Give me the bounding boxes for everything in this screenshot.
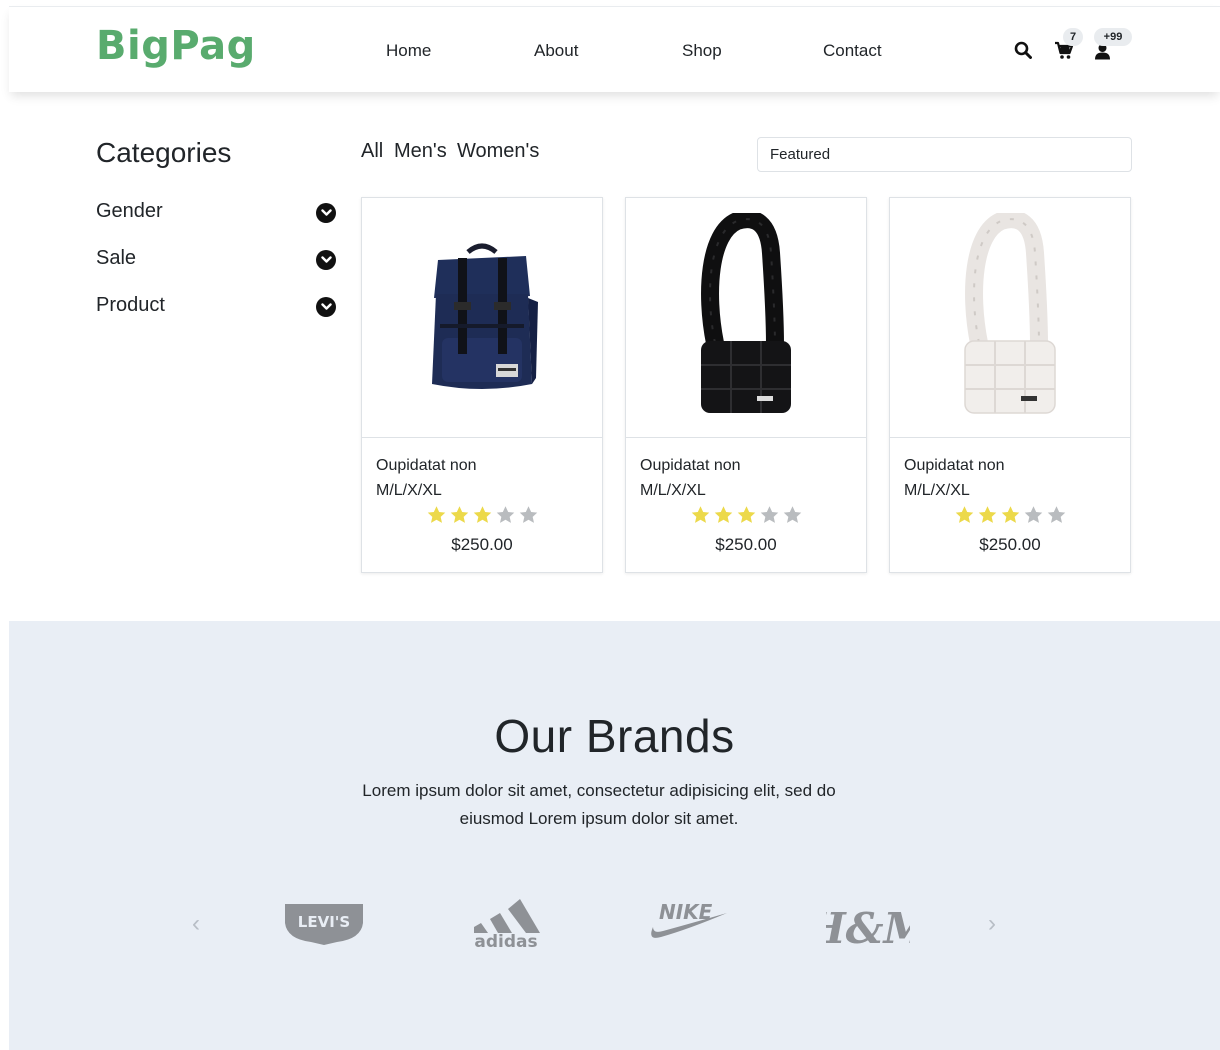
brand-logo-hm[interactable]: H&M bbox=[805, 893, 932, 958]
product-image-black-puffer-bag bbox=[626, 198, 866, 438]
product-price: $250.00 bbox=[979, 535, 1041, 554]
product-rating bbox=[362, 505, 602, 530]
user-icon[interactable] bbox=[1094, 43, 1111, 65]
chevron-down-circle-icon bbox=[316, 203, 336, 223]
search-icon[interactable] bbox=[1014, 41, 1032, 64]
filter-tab-womens[interactable]: Women's bbox=[457, 140, 539, 163]
product-sizes: M/L/X/XL bbox=[640, 482, 706, 499]
star-empty-icon bbox=[760, 506, 778, 523]
product-name: Oupidatat non bbox=[904, 457, 1005, 474]
star-filled-icon bbox=[737, 506, 755, 523]
brands-description: Lorem ipsum dolor sit amet, consectetur … bbox=[362, 781, 836, 828]
star-empty-icon bbox=[519, 506, 537, 523]
brands-next-arrow[interactable]: › bbox=[988, 910, 996, 938]
filter-tab-all[interactable]: All bbox=[361, 140, 383, 163]
product-card[interactable]: Oupidatat non M/L/X/XL $250.00 bbox=[889, 197, 1131, 573]
brand-logo-text: H&M bbox=[826, 904, 910, 953]
category-product[interactable]: Product bbox=[96, 294, 336, 322]
star-filled-icon bbox=[691, 506, 709, 523]
star-filled-icon bbox=[714, 506, 732, 523]
product-name: Oupidatat non bbox=[376, 457, 477, 474]
nav-link-contact[interactable]: Contact bbox=[823, 41, 882, 61]
product-card[interactable]: Oupidatat non M/L/X/XL $250.00 bbox=[625, 197, 867, 573]
site-logo[interactable]: BigPag bbox=[96, 23, 256, 69]
product-image-white-puffer-bag bbox=[890, 198, 1130, 438]
chevron-down-circle-icon bbox=[316, 250, 336, 270]
star-filled-icon bbox=[1001, 506, 1019, 523]
nav-link-shop[interactable]: Shop bbox=[682, 41, 722, 61]
category-sale[interactable]: Sale bbox=[96, 247, 336, 275]
star-empty-icon bbox=[1024, 506, 1042, 523]
nav-link-home[interactable]: Home bbox=[386, 41, 431, 61]
category-label: Gender bbox=[96, 200, 163, 222]
chevron-down-circle-icon bbox=[316, 297, 336, 317]
star-filled-icon bbox=[978, 506, 996, 523]
star-filled-icon bbox=[955, 506, 973, 523]
categories-title: Categories bbox=[96, 137, 232, 168]
star-empty-icon bbox=[783, 506, 801, 523]
brand-logo-adidas[interactable]: adidas bbox=[464, 895, 548, 956]
category-gender[interactable]: Gender bbox=[96, 200, 336, 228]
nav-link-about[interactable]: About bbox=[534, 41, 578, 61]
star-filled-icon bbox=[473, 506, 491, 523]
star-empty-icon bbox=[496, 506, 514, 523]
category-label: Product bbox=[96, 294, 165, 316]
user-count-badge: +99 bbox=[1094, 28, 1132, 46]
brand-logo-text: adidas bbox=[474, 932, 537, 951]
star-filled-icon bbox=[450, 506, 468, 523]
star-filled-icon bbox=[427, 506, 445, 523]
cart-count-badge: 7 bbox=[1063, 28, 1083, 46]
sort-select[interactable]: Featured bbox=[757, 137, 1132, 172]
product-image-navy-backpack bbox=[362, 198, 602, 438]
product-price: $250.00 bbox=[451, 535, 513, 554]
product-card[interactable]: Oupidatat non M/L/X/XL $250.00 bbox=[361, 197, 603, 573]
brand-logo-text: LEVI'S bbox=[298, 913, 350, 931]
brands-section: Our Brands Lorem ipsum dolor sit amet, c… bbox=[9, 621, 1220, 1050]
brands-prev-arrow[interactable]: ‹ bbox=[192, 910, 200, 938]
top-navbar: BigPag Home About Shop Contact 7 +99 bbox=[9, 6, 1220, 92]
brand-logo-levis[interactable]: LEVI'S bbox=[283, 901, 365, 952]
brands-title: Our Brands bbox=[494, 710, 735, 762]
category-label: Sale bbox=[96, 247, 137, 269]
product-rating bbox=[890, 505, 1130, 530]
product-sizes: M/L/X/XL bbox=[376, 482, 442, 499]
product-name: Oupidatat non bbox=[640, 457, 741, 474]
star-empty-icon bbox=[1047, 506, 1065, 523]
filter-tab-mens[interactable]: Men's bbox=[394, 140, 447, 163]
brand-logo-nike[interactable]: NIKE bbox=[645, 897, 729, 948]
product-price: $250.00 bbox=[715, 535, 777, 554]
product-sizes: M/L/X/XL bbox=[904, 482, 970, 499]
product-rating bbox=[626, 505, 866, 530]
